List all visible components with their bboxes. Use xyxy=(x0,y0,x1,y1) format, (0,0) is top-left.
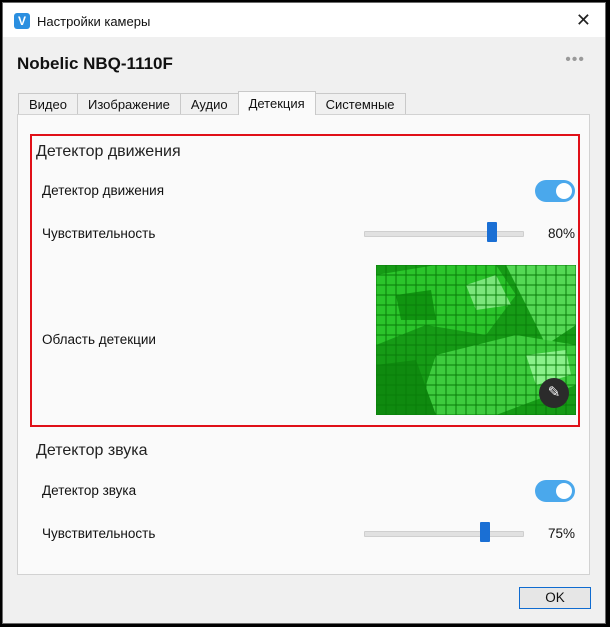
sound-sensitivity-slider[interactable] xyxy=(364,531,524,537)
detection-panel: Детектор движения Детектор движения Чувс… xyxy=(17,114,590,575)
tab-video[interactable]: Видео xyxy=(18,93,78,114)
motion-toggle[interactable] xyxy=(535,180,575,202)
motion-sensitivity-slider[interactable] xyxy=(364,231,524,237)
motion-section-title: Детектор движения xyxy=(36,143,181,160)
tab-audio[interactable]: Аудио xyxy=(179,93,239,114)
ok-button[interactable]: OK xyxy=(519,587,591,609)
motion-toggle-label: Детектор движения xyxy=(42,183,165,198)
tab-image[interactable]: Изображение xyxy=(76,93,181,114)
tab-bar: Видео Изображение Аудио Детекция Системн… xyxy=(18,91,406,115)
sound-sensitivity-value: 75% xyxy=(548,526,576,541)
title-bar: V Настройки камеры ✕ xyxy=(3,3,605,37)
toggle-knob xyxy=(556,483,572,499)
toggle-knob xyxy=(556,183,572,199)
detection-area-preview[interactable]: ✎ xyxy=(376,265,576,415)
sound-toggle-label: Детектор звука xyxy=(42,483,137,498)
camera-name: Nobelic NBQ-1110F xyxy=(17,54,173,73)
motion-sensitivity-value: 80% xyxy=(548,226,576,241)
tab-system[interactable]: Системные xyxy=(314,93,406,114)
tab-detection[interactable]: Детекция xyxy=(237,91,316,115)
sound-toggle[interactable] xyxy=(535,480,575,502)
app-logo-icon: V xyxy=(14,13,30,29)
camera-settings-dialog: V Настройки камеры ✕ Nobelic NBQ-1110F •… xyxy=(2,2,606,624)
sound-section-title: Детектор звука xyxy=(36,442,148,459)
edit-area-button[interactable]: ✎ xyxy=(539,378,569,408)
sound-sensitivity-label: Чувствительность xyxy=(42,526,156,541)
window-title: Настройки камеры xyxy=(37,14,151,29)
close-button[interactable]: ✕ xyxy=(576,10,591,30)
detection-area-label: Область детекции xyxy=(42,332,156,347)
sound-sensitivity-thumb[interactable] xyxy=(480,522,490,542)
motion-sensitivity-label: Чувствительность xyxy=(42,226,156,241)
more-options-icon[interactable]: ••• xyxy=(565,51,585,69)
motion-sensitivity-thumb[interactable] xyxy=(487,222,498,242)
